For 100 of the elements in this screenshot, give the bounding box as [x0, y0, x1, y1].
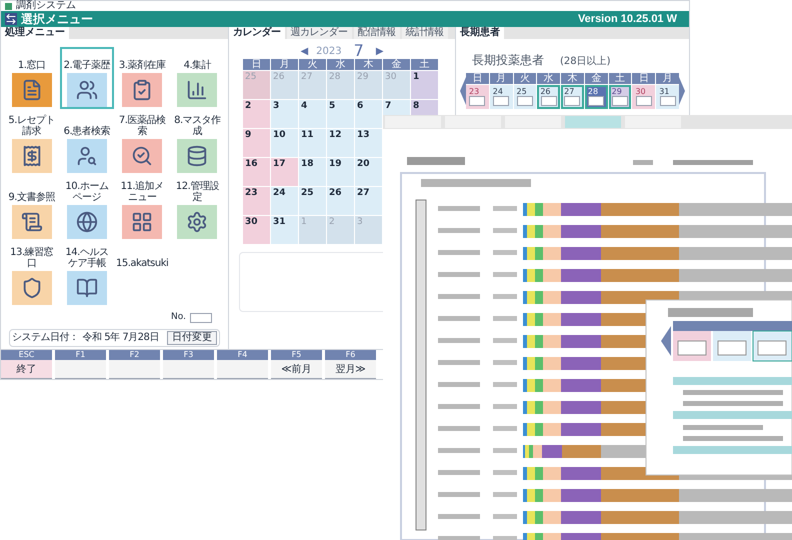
bar-chart-icon — [186, 79, 208, 101]
menu-item[interactable]: 13.練習窓口 — [5, 245, 58, 307]
calendar-day[interactable]: 18 — [299, 158, 326, 186]
strip-weekday: 水 — [537, 73, 560, 84]
settings-icon — [186, 211, 208, 233]
calendar-year: 2023 — [316, 44, 342, 58]
menu-item[interactable]: 7.医薬品検索 — [116, 113, 169, 175]
calendar-day[interactable]: 17 — [271, 158, 298, 186]
scroll-icon — [20, 211, 43, 233]
number-label: No. — [171, 311, 186, 324]
checklist-icon — [131, 79, 154, 101]
calendar-day[interactable]: 5 — [327, 100, 354, 128]
menu-item[interactable]: 3.薬剤在庫 — [116, 47, 169, 109]
function-key[interactable]: F2 — [109, 350, 160, 379]
long-term-title: 長期投薬患者 — [472, 52, 544, 69]
menu-item[interactable]: 14.ヘルスケア手帳 — [60, 245, 114, 307]
function-key[interactable]: F1 — [55, 350, 106, 379]
menu-item[interactable]: 5.レセプト請求 — [5, 113, 58, 175]
strip-day[interactable]: 23 — [466, 85, 489, 109]
person-search-icon — [76, 145, 98, 167]
strip-weekday: 月 — [656, 73, 679, 84]
menu-item[interactable]: 1.窓口 — [5, 47, 58, 109]
strip-day[interactable]: 28 — [584, 85, 608, 109]
strip-weekday: 木 — [561, 73, 584, 84]
tools-logo-icon — [5, 13, 17, 25]
calendar-day[interactable]: 4 — [299, 100, 326, 128]
calendar-day[interactable]: 20 — [355, 158, 382, 186]
calendar-day[interactable]: 31 — [271, 216, 298, 244]
function-key[interactable]: F4 — [217, 350, 268, 379]
strip-day[interactable]: 27 — [561, 85, 584, 109]
strip-day[interactable]: 25 — [514, 85, 536, 109]
calendar-day[interactable]: 3 — [271, 100, 298, 128]
calendar-day[interactable]: 13 — [355, 129, 382, 157]
app-logo-icon — [5, 2, 12, 10]
strip-weekday: 金 — [584, 73, 608, 84]
strip-day[interactable]: 30 — [632, 85, 656, 109]
book-icon — [76, 277, 98, 299]
menu-item[interactable]: 11.追加メニュー — [116, 179, 169, 241]
calendar-day[interactable]: 24 — [271, 187, 298, 215]
strip-day[interactable]: 31 — [656, 85, 679, 109]
function-key[interactable]: ESC 終了 — [1, 350, 52, 379]
strip-day[interactable]: 26 — [537, 85, 560, 109]
menu-item[interactable]: 9.文書参照 — [5, 179, 58, 241]
menu-item[interactable]: 15.akatsuki — [116, 245, 169, 307]
system-date-label: システム日付： — [12, 331, 79, 345]
strip-day[interactable]: 24 — [490, 85, 513, 109]
strip-weekday: 日 — [632, 73, 656, 84]
calendar-day[interactable]: 10 — [271, 129, 298, 157]
menu-item[interactable]: 8.マスタ作成 — [170, 113, 224, 175]
header-title: 選択メニュー — [21, 11, 93, 26]
previous-month-button[interactable]: ◀ — [300, 44, 308, 58]
next-month-button[interactable]: ▶ — [376, 44, 384, 58]
strip-weekday: 土 — [608, 73, 632, 84]
calendar-day[interactable]: 25 — [299, 187, 326, 215]
strip-weekday: 火 — [514, 73, 536, 84]
calendar-day[interactable]: 19 — [327, 158, 354, 186]
globe-icon — [76, 211, 98, 233]
calendar-day[interactable]: 23 — [243, 187, 270, 215]
calendar-day[interactable]: 16 — [243, 158, 270, 186]
weekday-header: 木 — [355, 59, 382, 70]
long-term-note: (28日以上) — [560, 54, 611, 69]
strip-right-arrow-icon[interactable] — [679, 77, 685, 105]
long-term-tab[interactable]: 長期患者 — [456, 27, 504, 39]
calendar-day[interactable]: 1 — [411, 71, 438, 99]
calendar-day[interactable]: 12 — [327, 129, 354, 157]
calendar-tab[interactable]: 配信情報 — [354, 27, 400, 39]
calendar-day[interactable]: 2 — [243, 100, 270, 128]
calendar-day[interactable]: 26 — [327, 187, 354, 215]
calendar-tab[interactable]: 週カレンダー — [286, 27, 352, 39]
weekday-header: 火 — [299, 59, 326, 70]
menu-item[interactable]: 4.集計 — [170, 47, 224, 109]
function-key[interactable]: F3 — [163, 350, 214, 379]
calendar-day[interactable]: 9 — [243, 129, 270, 157]
calendar-day[interactable]: 11 — [299, 129, 326, 157]
strip-day[interactable]: 29 — [608, 85, 632, 109]
magnifier-icon — [131, 145, 154, 167]
menu-item[interactable]: 10.ホームページ — [60, 179, 114, 241]
system-date: 令和 5年 7月28日 — [82, 330, 159, 345]
calendar-month: 7 — [352, 40, 364, 60]
menu-item[interactable]: 6.患者検索 — [60, 113, 114, 175]
menu-tab[interactable]: 処理メニュー — [1, 27, 69, 39]
database-icon — [186, 145, 208, 167]
calendar-day[interactable]: 30 — [243, 216, 270, 244]
menu-item[interactable]: 12.管理設定 — [170, 179, 224, 241]
weekday-header: 月 — [271, 59, 298, 70]
function-key[interactable]: F6 翌月≫ — [325, 350, 376, 379]
function-key[interactable]: F5 ≪前月 — [271, 350, 322, 379]
weekday-header: 日 — [243, 59, 270, 70]
calendar-tab[interactable]: カレンダー — [229, 27, 284, 39]
calendar-day[interactable]: 6 — [355, 100, 382, 128]
version-label: Version 10.25.01 W — [578, 12, 678, 27]
date-change-button[interactable]: 日付変更 — [166, 330, 217, 344]
number-field[interactable] — [190, 312, 212, 323]
strip-weekday: 日 — [466, 73, 489, 84]
menu-item[interactable]: 2.電子薬歴 — [60, 47, 114, 109]
calendar-tab[interactable]: 統計情報 — [402, 27, 448, 39]
grid-icon — [131, 211, 154, 233]
calendar-day[interactable]: 27 — [355, 187, 382, 215]
weekday-header: 金 — [383, 59, 410, 70]
weekday-header: 水 — [327, 59, 354, 70]
